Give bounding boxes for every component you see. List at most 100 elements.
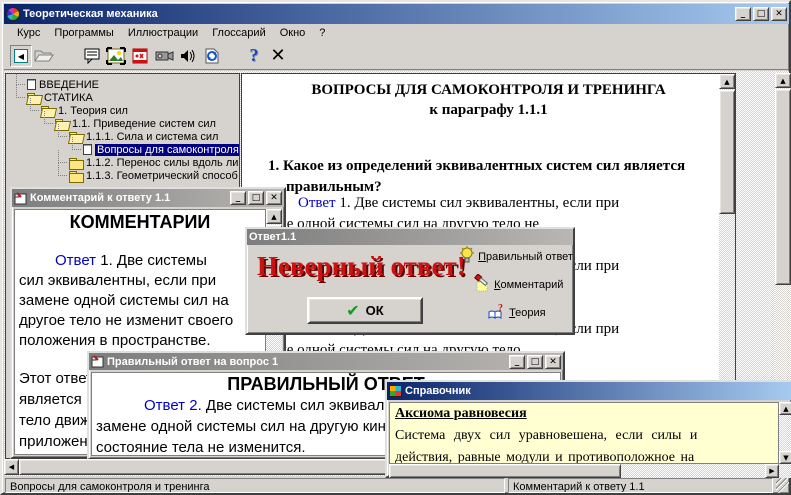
tree-item-label: 1.1.1. Сила и система сил bbox=[86, 131, 218, 143]
exit-button[interactable]: ✕ bbox=[266, 44, 290, 68]
option-comment[interactable]: Комментарий bbox=[473, 274, 563, 292]
flashlight-icon bbox=[473, 274, 491, 292]
answer-1-line: Ответ 1. Две системы сил эквивалентны, е… bbox=[298, 195, 619, 212]
image-button[interactable] bbox=[104, 44, 128, 68]
main-titlebar: Теоретическая механика _ □ ✕ bbox=[4, 4, 789, 24]
resize-grip[interactable] bbox=[776, 478, 789, 493]
comment-button[interactable] bbox=[80, 44, 104, 68]
minimize-button[interactable]: _ bbox=[509, 355, 525, 369]
tree-connector bbox=[16, 73, 25, 85]
option-theory[interactable]: ? Теория bbox=[487, 302, 546, 320]
comment-line: сил эквивалентны, если при bbox=[19, 272, 216, 289]
closed-folder-icon bbox=[69, 158, 83, 168]
menu-kurs[interactable]: Курс bbox=[10, 25, 47, 41]
tree-item-label-selected: Вопросы для самоконтроля и bbox=[95, 144, 240, 156]
comment-line: положения в пространстве. bbox=[19, 332, 211, 349]
scroll-thumb[interactable] bbox=[719, 90, 735, 214]
menubar: Курс Программы Иллюстрации Глоссарий Окн… bbox=[4, 24, 789, 41]
tree-connector bbox=[58, 163, 67, 176]
scroll-up-arrow[interactable]: ▲ bbox=[719, 74, 735, 89]
tree-item-vvedenie[interactable]: ВВЕДЕНИЕ bbox=[6, 78, 239, 91]
wrong-answer-message: Неверный ответ! bbox=[257, 251, 466, 282]
answer-link[interactable]: Ответ bbox=[298, 195, 336, 211]
tree-item-label: ВВЕДЕНИЕ bbox=[39, 79, 99, 91]
statusbar: Вопросы для самоконтроля и тренинга Комм… bbox=[4, 476, 791, 495]
scroll-up-arrow[interactable]: ▲ bbox=[266, 209, 282, 224]
menu-programmy[interactable]: Программы bbox=[47, 25, 120, 41]
answer-dialog-titlebar[interactable]: Ответ1.1 bbox=[247, 229, 573, 245]
book-question-icon: ? bbox=[487, 302, 506, 320]
tree-item-statika[interactable]: СТАТИКА bbox=[6, 91, 239, 104]
tree-item-geometricheskij[interactable]: 1.1.3. Геометрический способ с bbox=[6, 169, 239, 182]
tree-item-label: 1.1.3. Геометрический способ с bbox=[86, 170, 240, 182]
correct-window-title: Правильный ответ на вопрос 1 bbox=[107, 356, 506, 368]
correct-window-titlebar[interactable]: Правильный ответ на вопрос 1 _ □ ✕ bbox=[89, 353, 563, 370]
scroll-up-arrow[interactable]: ▲ bbox=[775, 73, 791, 88]
close-button[interactable]: ✕ bbox=[771, 7, 787, 21]
questions-heading: ВОПРОСЫ ДЛЯ САМОКОНТРОЛЯ И ТРЕНИНГА bbox=[242, 82, 735, 99]
close-button[interactable]: ✕ bbox=[266, 191, 282, 205]
back-button[interactable]: ◀ bbox=[10, 45, 32, 67]
question-text: правильным? bbox=[286, 179, 382, 196]
comment-line: замене одной системы сил на bbox=[19, 292, 229, 309]
app-title: Теоретическая механика bbox=[23, 8, 732, 20]
scroll-down-arrow[interactable]: ▼ bbox=[779, 451, 791, 464]
scroll-left-arrow[interactable]: ◀ bbox=[4, 459, 19, 475]
statusbar-right-panel: Комментарий к ответу 1.1 bbox=[508, 478, 773, 493]
tree-item-sila-i-sistema[interactable]: 1.1.1. Сила и система сил bbox=[6, 130, 239, 143]
reference-content: Аксиома равновесия Система двух сил урав… bbox=[389, 402, 779, 464]
menu-help[interactable]: ? bbox=[312, 25, 332, 41]
tree-item-teoriya-sil[interactable]: 1. Теория сил bbox=[6, 104, 239, 117]
closed-folder-icon bbox=[69, 171, 83, 181]
open-folder-button[interactable] bbox=[32, 44, 56, 68]
menu-illyustracii[interactable]: Иллюстрации bbox=[121, 25, 205, 41]
image-icon bbox=[106, 47, 126, 65]
film-icon bbox=[131, 47, 149, 65]
tree-item-label: 1.1.2. Перенос силы вдоль лини bbox=[86, 157, 240, 169]
close-button[interactable]: ✕ bbox=[545, 355, 561, 369]
comment-answer-line: Ответ 1. Две системы bbox=[55, 252, 207, 269]
tree-connector bbox=[16, 85, 25, 98]
comment-titlebar[interactable]: Комментарий к ответу 1.1 _ □ ✕ bbox=[12, 189, 284, 207]
toolbar: ◀ ? ✕ bbox=[4, 42, 789, 70]
question-text: 1. Какое из определений эквивалентных си… bbox=[268, 158, 685, 175]
minimize-button[interactable]: _ bbox=[735, 7, 751, 21]
document-icon bbox=[83, 144, 92, 155]
help-button[interactable]: ? bbox=[242, 44, 266, 68]
menu-okno[interactable]: Окно bbox=[273, 25, 313, 41]
tree-item-label: 1.1. Приведение систем сил bbox=[72, 118, 216, 130]
reference-window: Справочник Аксиома равновесия Система дв… bbox=[385, 380, 791, 478]
option-correct-answer[interactable]: Правильный ответ bbox=[459, 246, 573, 264]
scroll-up-arrow[interactable]: ▲ bbox=[779, 402, 791, 415]
questions-subheading: к параграфу 1.1.1 bbox=[242, 102, 735, 119]
maximize-button[interactable]: □ bbox=[753, 7, 769, 21]
svg-text:?: ? bbox=[498, 303, 503, 314]
tree-item-label: 1. Теория сил bbox=[58, 105, 128, 117]
comment-heading: КОММЕНТАРИИ bbox=[15, 212, 265, 233]
refresh-page-button[interactable] bbox=[200, 44, 224, 68]
reference-vscrollbar[interactable]: ▲ ▼ bbox=[779, 402, 791, 464]
camera-button[interactable] bbox=[152, 44, 176, 68]
tree-item-perenos-sily[interactable]: 1.1.2. Перенос силы вдоль лини bbox=[6, 156, 239, 169]
camera-icon bbox=[154, 48, 174, 64]
tree-item-voprosy[interactable]: Вопросы для самоконтроля и bbox=[6, 143, 239, 156]
statusbar-left-panel: Вопросы для самоконтроля и тренинга bbox=[5, 478, 505, 493]
reference-line: Система двух сил уравновешена, если силы… bbox=[395, 428, 697, 444]
maximize-button[interactable]: □ bbox=[527, 355, 543, 369]
film-button[interactable] bbox=[128, 44, 152, 68]
ok-button[interactable]: ✔ ОК bbox=[307, 297, 423, 324]
maximize-button[interactable]: □ bbox=[248, 191, 264, 205]
minimize-button[interactable]: _ bbox=[230, 191, 246, 205]
scroll-thumb[interactable] bbox=[775, 89, 791, 285]
sound-button[interactable] bbox=[176, 44, 200, 68]
tree-connector bbox=[44, 111, 53, 124]
tree-item-privedenie[interactable]: 1.1. Приведение систем сил bbox=[6, 117, 239, 130]
reference-heading: Аксиома равновесия bbox=[395, 406, 527, 422]
note-icon bbox=[91, 355, 104, 368]
reference-titlebar[interactable]: Справочник bbox=[387, 382, 791, 400]
tree-item-label: СТАТИКА bbox=[44, 92, 93, 104]
back-icon: ◀ bbox=[14, 49, 28, 63]
comment-window-title: Комментарий к ответу 1.1 bbox=[30, 192, 227, 204]
open-folder-icon bbox=[34, 48, 54, 63]
menu-glossarij[interactable]: Глоссарий bbox=[205, 25, 273, 41]
